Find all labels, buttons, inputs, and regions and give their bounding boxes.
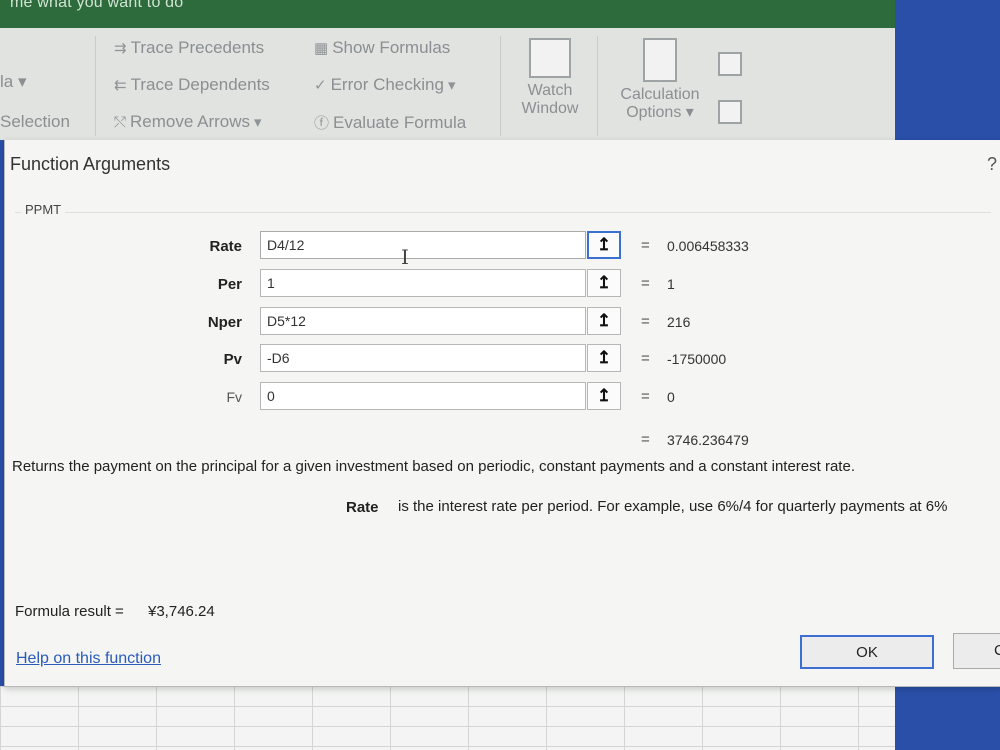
ribbon-separator	[95, 36, 96, 136]
collapse-dialog-button[interactable]: ↥	[587, 269, 621, 297]
show-formulas-button[interactable]: ▦ Show Formulas	[314, 38, 450, 58]
text-cursor-icon: I	[401, 245, 409, 269]
function-description: Returns the payment on the principal for…	[12, 458, 855, 475]
chevron-down-icon: ▾	[447, 77, 456, 94]
remove-arrows-button[interactable]: ⤲ Remove Arrows ▾	[114, 112, 262, 132]
nper-input[interactable]: D5*12	[260, 307, 586, 335]
evaluate-formula-button[interactable]: ⓕ Evaluate Formula	[314, 112, 466, 133]
argument-description-name: Rate	[346, 499, 379, 516]
collapse-arrow-icon: ↥	[596, 235, 612, 254]
collapse-arrow-icon: ↥	[596, 386, 612, 405]
error-checking-button[interactable]: ✓ Error Checking ▾	[314, 75, 455, 95]
trace-precedents-icon: ⇉	[114, 40, 127, 57]
cancel-button[interactable]: Cancel	[953, 633, 1000, 669]
rate-result: 0.006458333	[667, 238, 749, 254]
ribbon-partial-item[interactable]: la ▾	[0, 72, 27, 92]
formula-auditing-ribbon: la ▾ Selection ⇉ Trace Precedents ⇇ Trac…	[0, 28, 895, 140]
equals-sign: =	[641, 237, 650, 254]
function-arguments-dialog: Function Arguments ? PPMT Rate D4/12 ↥ =…	[4, 140, 1000, 687]
fv-input[interactable]: 0	[260, 382, 586, 410]
help-button[interactable]: ?	[987, 154, 997, 175]
evaluate-formula-icon: ⓕ	[314, 115, 330, 132]
remove-arrows-icon: ⤲	[114, 113, 127, 131]
collapse-dialog-button[interactable]: ↥	[587, 382, 621, 410]
calculation-options-button[interactable]: Calculation Options ▾	[608, 38, 712, 122]
arg-label-pv: Pv	[223, 351, 242, 368]
trace-precedents-button[interactable]: ⇉ Trace Precedents	[114, 38, 264, 58]
arg-label-rate: Rate	[209, 238, 242, 255]
dialog-title: Function Arguments	[10, 154, 171, 174]
arg-label-nper: Nper	[207, 314, 242, 331]
trace-dependents-icon: ⇇	[114, 77, 127, 94]
calculate-sheet-icon[interactable]	[718, 100, 742, 124]
nper-result: 216	[667, 314, 691, 330]
show-formulas-icon: ▦	[314, 40, 329, 57]
trace-dependents-button[interactable]: ⇇ Trace Dependents	[114, 75, 270, 95]
collapse-arrow-icon: ↥	[596, 273, 612, 292]
per-input[interactable]: 1	[260, 269, 586, 297]
ok-button[interactable]: OK	[800, 635, 934, 669]
ribbon-selection-item[interactable]: Selection	[0, 112, 70, 132]
function-result: 3746.236479	[667, 432, 749, 448]
equals-sign: =	[641, 313, 650, 330]
formula-result-label: Formula result =	[15, 603, 124, 620]
equals-sign: =	[641, 431, 650, 448]
collapse-dialog-button[interactable]: ↥	[587, 344, 621, 372]
help-on-function-link[interactable]: Help on this function	[16, 650, 161, 668]
collapse-arrow-icon: ↥	[596, 311, 612, 330]
calculate-now-icon[interactable]	[718, 52, 742, 76]
equals-sign: =	[641, 388, 650, 405]
ribbon-separator	[597, 36, 598, 136]
function-name: PPMT	[21, 202, 66, 217]
worksheet-grid[interactable]	[0, 686, 895, 750]
watch-window-icon	[529, 38, 571, 78]
formula-result-value: ¥3,746.24	[148, 603, 215, 620]
fv-result: 0	[667, 389, 675, 405]
error-checking-icon: ✓	[314, 77, 327, 94]
collapse-dialog-button[interactable]: ↥	[587, 307, 621, 335]
excel-title-bar: me what you want to do	[0, 0, 895, 28]
equals-sign: =	[641, 350, 650, 367]
arg-label-per: Per	[217, 276, 242, 293]
pv-input[interactable]: -D6	[260, 344, 586, 372]
calculator-icon	[643, 38, 677, 82]
tell-me-box[interactable]: me what you want to do	[10, 0, 183, 12]
per-result: 1	[667, 276, 675, 292]
chevron-down-icon: ▾	[254, 114, 262, 131]
equals-sign: =	[641, 275, 650, 292]
function-group-border	[15, 212, 991, 213]
collapse-dialog-button[interactable]: ↥	[587, 231, 621, 259]
pv-result: -1750000	[667, 351, 727, 367]
arg-label-fv: Fv	[226, 389, 242, 405]
ribbon-separator	[500, 36, 501, 136]
watch-window-button[interactable]: Watch Window	[510, 38, 590, 118]
collapse-arrow-icon: ↥	[596, 348, 612, 367]
argument-description-text: is the interest rate per period. For exa…	[398, 498, 948, 515]
rate-input[interactable]: D4/12	[260, 231, 586, 259]
